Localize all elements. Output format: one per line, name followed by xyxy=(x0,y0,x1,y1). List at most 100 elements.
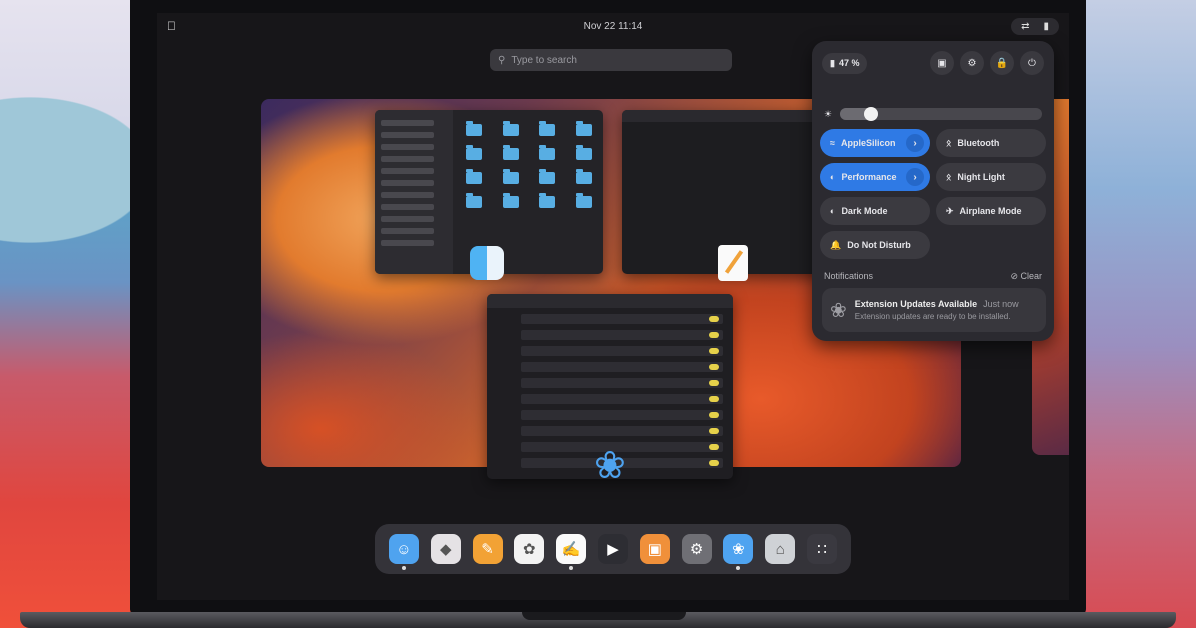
clock[interactable]: Nov 22 11:14 xyxy=(157,21,1069,32)
toggle-night-light[interactable]: ᛟ Night Light xyxy=(936,163,1046,191)
brightness-track[interactable] xyxy=(840,107,1042,121)
laptop-notch xyxy=(522,612,686,620)
dock-brave-icon[interactable]: ◆ xyxy=(430,534,461,564)
running-indicator xyxy=(736,566,741,570)
apple-icon[interactable]:  xyxy=(167,19,179,33)
folder-icon xyxy=(502,145,519,160)
lock-icon[interactable]: 🔒 xyxy=(990,51,1014,75)
wifi-icon: ≈ xyxy=(830,138,835,148)
folder-icon xyxy=(466,121,483,136)
battery-level: 47 % xyxy=(838,58,860,68)
toggle-label: Do Not Disturb xyxy=(847,240,911,250)
notification-time: Just now xyxy=(983,299,1019,309)
folder-icon xyxy=(539,145,556,160)
brightness-knob[interactable] xyxy=(864,107,879,121)
clear-button[interactable]: ⊘ Clear xyxy=(1010,271,1042,282)
power-icon[interactable]: ⏻ xyxy=(1020,51,1044,75)
settings-icon[interactable]: ⚙ xyxy=(960,51,984,75)
extensions-header xyxy=(487,294,733,308)
folder-icon xyxy=(502,193,519,208)
folder-icon xyxy=(575,145,592,160)
folder-icon xyxy=(575,193,592,208)
toggle-wifi[interactable]: ≈ AppleSilicon › xyxy=(820,129,930,157)
dark-mode-icon: ◐ xyxy=(830,206,836,216)
running-indicator xyxy=(401,566,406,570)
folder-icon xyxy=(539,193,556,208)
text-editor-app-icon xyxy=(718,245,748,281)
dock-finder-icon[interactable]: ☺ xyxy=(388,534,419,570)
notifications-header: Notifications ⊘ Clear xyxy=(824,271,1042,282)
notifications-title: Notifications xyxy=(824,271,874,281)
dock-trash-icon[interactable]: ⌂ xyxy=(765,534,796,564)
quick-settings-top: ▮ 47 % ▣ ⚙ 🔒 ⏻ xyxy=(822,51,1044,75)
editor-header xyxy=(622,110,830,122)
toggle-power-mode[interactable]: ◐ Performance › xyxy=(820,163,930,191)
screenshot-icon[interactable]: ▣ xyxy=(930,51,954,75)
dock-text-editor-icon[interactable]: ✍ xyxy=(556,534,587,570)
toggle-label: Bluetooth xyxy=(957,138,1000,148)
dock-settings-icon[interactable]: ⚙ xyxy=(681,534,712,564)
extension-row[interactable] xyxy=(521,394,723,404)
dock-photos-icon[interactable]: ✿ xyxy=(514,534,545,564)
extension-row[interactable] xyxy=(521,426,723,436)
wallpaper-left xyxy=(0,0,140,628)
folder-icon xyxy=(539,121,556,136)
quick-toggles: ≈ AppleSilicon › ᛟ Bluetooth ◐ Performance… xyxy=(820,129,1046,259)
toggle-do-not-disturb[interactable]: 🔔 Do Not Disturb xyxy=(820,231,930,259)
folder-icon xyxy=(466,193,483,208)
night-light-icon: ᛟ xyxy=(946,172,952,182)
toggle-label: Airplane Mode xyxy=(959,206,1022,216)
folder-icon xyxy=(539,169,556,184)
puzzle-icon: ❀ xyxy=(830,299,847,322)
folder-icon xyxy=(575,121,592,136)
wallpaper-right xyxy=(1076,0,1196,628)
battery-indicator[interactable]: ▮ 47 % xyxy=(822,52,868,74)
extension-row[interactable] xyxy=(521,410,723,420)
toggle-label: Dark Mode xyxy=(841,206,888,216)
battery-icon: ▮ xyxy=(1043,20,1049,32)
system-tray[interactable]: ⇄ ▮ xyxy=(1011,17,1059,35)
toggle-bluetooth[interactable]: ᛟ Bluetooth xyxy=(936,129,1046,157)
search-input[interactable]: ⚲ Type to search xyxy=(490,49,732,71)
chevron-right-icon[interactable]: › xyxy=(906,168,924,186)
notification-card[interactable]: ❀ Extension Updates Available Just now Ex… xyxy=(822,288,1046,332)
finder-app-icon xyxy=(470,246,504,280)
toggle-dark-mode[interactable]: ◐ Dark Mode xyxy=(820,197,930,225)
bluetooth-icon: ᛟ xyxy=(946,138,952,148)
notification-body: Extension updates are ready to be instal… xyxy=(854,312,1011,321)
toggle-airplane-mode[interactable]: ✈ Airplane Mode xyxy=(936,197,1046,225)
toggle-label: AppleSilicon xyxy=(840,138,896,148)
quick-settings-panel: ▮ 47 % ▣ ⚙ 🔒 ⏻ ☀ ≈ AppleSilicon › ᛟ Blue… xyxy=(812,41,1054,341)
gauge-icon: ◐ xyxy=(830,172,836,182)
extension-row[interactable] xyxy=(521,314,723,324)
folder-grid xyxy=(459,121,599,208)
brightness-icon: ☀ xyxy=(824,108,833,119)
screen:  Nov 22 11:14 ⇄ ▮ ⚲ Type to search xyxy=(157,13,1069,600)
airplane-icon: ✈ xyxy=(946,205,954,216)
notification-title: Extension Updates Available xyxy=(854,299,978,309)
search-placeholder: Type to search xyxy=(511,54,577,66)
puzzle-icon: ❀ xyxy=(594,445,626,487)
running-indicator xyxy=(569,566,574,570)
dock-extensions-icon[interactable]: ❀ xyxy=(723,534,754,570)
extension-row[interactable] xyxy=(521,346,723,356)
bell-icon: 🔔 xyxy=(830,239,842,250)
extension-row[interactable] xyxy=(521,362,723,372)
folder-icon xyxy=(466,169,483,184)
dock-quicktime-icon[interactable]: ▶ xyxy=(597,534,628,564)
dock-notes-icon[interactable]: ✎ xyxy=(472,534,503,564)
toggle-label: Performance xyxy=(841,172,897,182)
dock: ☺ ◆ ✎ ✿ ✍ ▶ ▣ ⚙ ❀ ⌂ ∷ xyxy=(375,524,851,574)
files-sidebar xyxy=(375,110,453,274)
toggle-label: Night Light xyxy=(957,172,1005,182)
folder-icon xyxy=(466,145,483,160)
dock-keynote-icon[interactable]: ▣ xyxy=(639,534,670,564)
chevron-right-icon[interactable]: › xyxy=(906,134,924,152)
clear-label: Clear xyxy=(1020,271,1042,281)
folder-icon xyxy=(502,169,519,184)
brightness-slider[interactable]: ☀ xyxy=(824,107,1042,121)
extension-row[interactable] xyxy=(521,378,723,388)
dock-app-grid-icon[interactable]: ∷ xyxy=(807,534,838,564)
search-icon: ⚲ xyxy=(498,54,506,66)
extension-row[interactable] xyxy=(521,330,723,340)
